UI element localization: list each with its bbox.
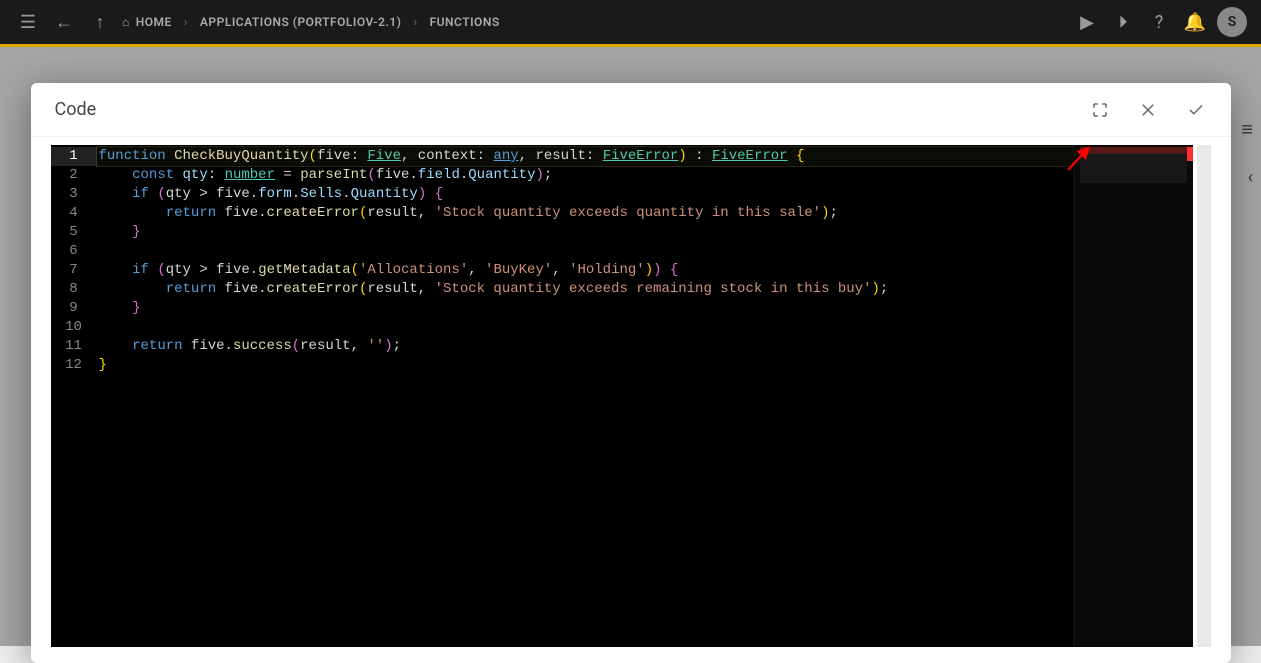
line-number: 1 — [51, 147, 97, 166]
code-line[interactable]: return five.createError(result, 'Stock q… — [97, 204, 1193, 223]
crumb-applications[interactable]: APPLICATIONS (PORTFOLIOV-2.1) — [200, 15, 402, 29]
code-line[interactable]: if (qty > five.getMetadata('Allocations'… — [97, 261, 1193, 280]
breadcrumb: ⌂ HOME › APPLICATIONS (PORTFOLIOV-2.1) ›… — [122, 15, 500, 29]
code-editor[interactable]: 123456789101112 function CheckBuyQuantit… — [51, 145, 1193, 647]
line-number: 11 — [51, 337, 97, 356]
confirm-icon[interactable] — [1185, 99, 1207, 121]
code-line[interactable]: return five.success(result, ''); — [97, 337, 1193, 356]
code-line[interactable] — [97, 318, 1193, 337]
line-number: 9 — [51, 299, 97, 318]
crumb-home[interactable]: HOME — [136, 15, 172, 29]
play-icon[interactable]: ▶ — [1073, 8, 1101, 36]
code-line[interactable]: } — [97, 223, 1193, 242]
modal-backdrop: Code 123456789101112 function Che — [0, 47, 1261, 646]
avatar[interactable]: S — [1217, 7, 1247, 37]
bell-icon[interactable]: 🔔 — [1181, 8, 1209, 36]
line-number: 7 — [51, 261, 97, 280]
home-icon[interactable]: ⌂ — [122, 15, 130, 29]
minimap-error-marker — [1187, 147, 1193, 161]
chevron-right-icon: › — [407, 15, 423, 29]
close-icon[interactable] — [1137, 99, 1159, 121]
line-number: 4 — [51, 204, 97, 223]
app-body: ≡ ‹ Total Rows: 6 Code — [0, 44, 1261, 646]
help-icon[interactable]: ? — [1145, 8, 1173, 36]
crumb-functions[interactable]: FUNCTIONS — [430, 15, 500, 29]
code-line[interactable]: const qty: number = parseInt(five.field.… — [97, 166, 1193, 185]
code-line[interactable]: return five.createError(result, 'Stock q… — [97, 280, 1193, 299]
app-header: ☰ ← ↑ ⌂ HOME › APPLICATIONS (PORTFOLIOV-… — [0, 0, 1261, 44]
line-gutter: 123456789101112 — [51, 145, 97, 647]
back-icon[interactable]: ← — [50, 8, 78, 36]
code-line[interactable]: } — [97, 299, 1193, 318]
line-number: 6 — [51, 242, 97, 261]
line-number: 12 — [51, 356, 97, 375]
chevron-right-icon: › — [178, 15, 194, 29]
line-number: 2 — [51, 166, 97, 185]
line-number: 3 — [51, 185, 97, 204]
code-line[interactable] — [97, 242, 1193, 261]
line-number: 5 — [51, 223, 97, 242]
up-icon[interactable]: ↑ — [86, 8, 114, 36]
modal-header: Code — [31, 83, 1231, 137]
fullscreen-icon[interactable] — [1089, 99, 1111, 121]
modal-title: Code — [55, 99, 1089, 120]
scrollbar[interactable] — [1197, 145, 1211, 647]
code-line[interactable]: function CheckBuyQuantity(five: Five, co… — [97, 147, 1193, 166]
run-icon[interactable]: ⏵ — [1109, 8, 1137, 36]
line-number: 8 — [51, 280, 97, 299]
code-modal: Code 123456789101112 function Che — [31, 83, 1231, 663]
code-line[interactable]: } — [97, 356, 1193, 375]
code-line[interactable]: if (qty > five.form.Sells.Quantity) { — [97, 185, 1193, 204]
editor-container: 123456789101112 function CheckBuyQuantit… — [31, 137, 1231, 663]
code-lines[interactable]: function CheckBuyQuantity(five: Five, co… — [97, 145, 1193, 647]
line-number: 10 — [51, 318, 97, 337]
minimap[interactable] — [1073, 145, 1193, 647]
minimap-region — [1080, 147, 1187, 183]
menu-icon[interactable]: ☰ — [14, 8, 42, 36]
